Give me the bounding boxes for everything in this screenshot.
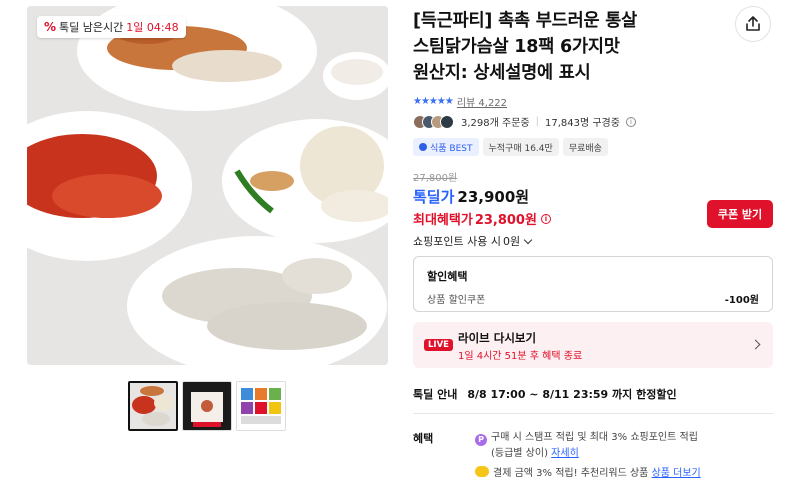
reward-coin-icon: [475, 466, 489, 477]
deal-info-label: 톡딜 안내: [413, 388, 458, 401]
shopping-point-dropdown[interactable]: 쇼핑포인트 사용 시 0원: [413, 233, 533, 249]
rating-row: ★★★★★ 리뷰 4,222: [413, 94, 507, 109]
discount-title: 할인혜택: [427, 270, 468, 283]
benefit-stamp-sub: (등급별 상이): [491, 448, 548, 459]
percent-icon: %: [44, 20, 57, 34]
deal-info: 톡딜 안내 8/8 17:00 ~ 8/11 23:59 까지 한정할인: [413, 386, 677, 402]
live-badge: LIVE: [424, 339, 453, 351]
stats-row: 3,298개 주문중 | 17,843명 구경중 i: [413, 114, 636, 129]
avatar: [440, 114, 454, 129]
benefit-stamp-text: 구매 시 스탬프 적립 및 최대 3% 쇼핑포인트 적립: [491, 432, 698, 443]
deal-price-row: 톡딜가 23,900원: [413, 186, 529, 207]
discount-row-label: 상품 할인쿠폰: [427, 295, 486, 306]
discount-box: 할인혜택 상품 할인쿠폰 -100원: [413, 256, 773, 312]
benefit-detail-link[interactable]: 자세히: [551, 448, 579, 459]
product-main-image[interactable]: [27, 6, 388, 365]
product-title: [득근파티] 촉촉 부드러운 통살 스팀닭가슴살 18팩 6가지맛 원산지: 상…: [413, 8, 723, 86]
product-title-line-1: [득근파티] 촉촉 부드러운 통살: [413, 11, 638, 31]
product-photo: [27, 6, 388, 365]
benefit-stamp: P 구매 시 스탬프 적립 및 최대 3% 쇼핑포인트 적립 (등급별 상이) 자…: [475, 430, 775, 461]
deal-info-text: 8/8 17:00 ~ 8/11 23:59 까지 한정할인: [467, 388, 677, 401]
deal-price: 23,900원: [457, 188, 530, 206]
benefit-reward: 결제 금액 3% 적립! 추천리워드 상품 상품 더보기: [475, 464, 701, 479]
live-subtitle: 1일 4시간 51분 후 혜택 종료: [458, 351, 583, 362]
info-icon[interactable]: i: [540, 213, 551, 224]
viewer-count: 17,843명 구경중: [544, 118, 620, 129]
share-button[interactable]: [735, 6, 771, 42]
rating-stars: ★★★★★: [413, 96, 454, 107]
chevron-right-icon: [750, 339, 761, 350]
info-icon[interactable]: i: [625, 116, 636, 127]
thumbnail-2[interactable]: [182, 381, 232, 431]
max-benefit-price: 23,800원: [474, 213, 537, 228]
original-price: 27,800원: [413, 173, 458, 184]
thumbnail-1[interactable]: [128, 381, 178, 431]
benefit-reward-text: 결제 금액 3% 적립! 추천리워드 상품: [493, 468, 649, 479]
max-benefit-row: 최대혜택가 23,800원 i: [413, 209, 551, 228]
benefit-more-link[interactable]: 상품 더보기: [652, 464, 701, 479]
review-link[interactable]: 리뷰 4,222: [457, 94, 507, 109]
order-count: 3,298개 주문중: [461, 118, 530, 129]
thumbnail-1-image: [130, 383, 176, 429]
buyer-avatars: [413, 114, 454, 129]
best-icon: [419, 143, 427, 151]
thumbnail-3[interactable]: [236, 381, 286, 431]
coupon-button[interactable]: 쿠폰 받기: [707, 200, 773, 228]
benefits-label: 혜택: [413, 432, 434, 445]
tag-best-label: 식품 BEST: [430, 143, 473, 154]
tag-cumulative: 누적구매 16.4만: [482, 138, 559, 156]
thumbnail-3-image: [237, 382, 285, 430]
point-label: 쇼핑포인트 사용 시: [413, 235, 501, 248]
deal-price-label: 톡딜가: [413, 188, 455, 206]
product-title-line-3: 원산지: 상세설명에 표시: [413, 63, 591, 83]
tag-free-shipping: 무료배송: [562, 138, 608, 156]
share-icon: [746, 16, 760, 31]
product-tags: 식품 BEST 누적구매 16.4만 무료배송: [413, 138, 608, 156]
deal-timer-label: 톡딜 남은시간: [59, 21, 124, 34]
max-benefit-label: 최대혜택가: [413, 213, 473, 228]
live-replay-banner[interactable]: LIVE 라이브 다시보기 1일 4시간 51분 후 혜택 종료: [413, 322, 773, 368]
live-title: 라이브 다시보기: [458, 331, 537, 345]
deal-timer-value: 1일 04:48: [126, 21, 179, 34]
thumbnail-strip: [128, 381, 286, 431]
divider: [413, 413, 773, 414]
point-value: 0원: [502, 235, 521, 248]
chevron-down-icon: [523, 235, 533, 244]
discount-row-value: -100원: [724, 295, 759, 306]
product-title-line-2: 스팀닭가슴살 18팩 6가지맛: [413, 37, 620, 57]
tag-best: 식품 BEST: [413, 138, 479, 156]
thumbnail-2-image: [183, 382, 231, 430]
deal-timer-badge: % 톡딜 남은시간 1일 04:48: [37, 16, 186, 38]
stats-divider: |: [535, 116, 539, 127]
point-coin-icon: P: [475, 434, 487, 446]
